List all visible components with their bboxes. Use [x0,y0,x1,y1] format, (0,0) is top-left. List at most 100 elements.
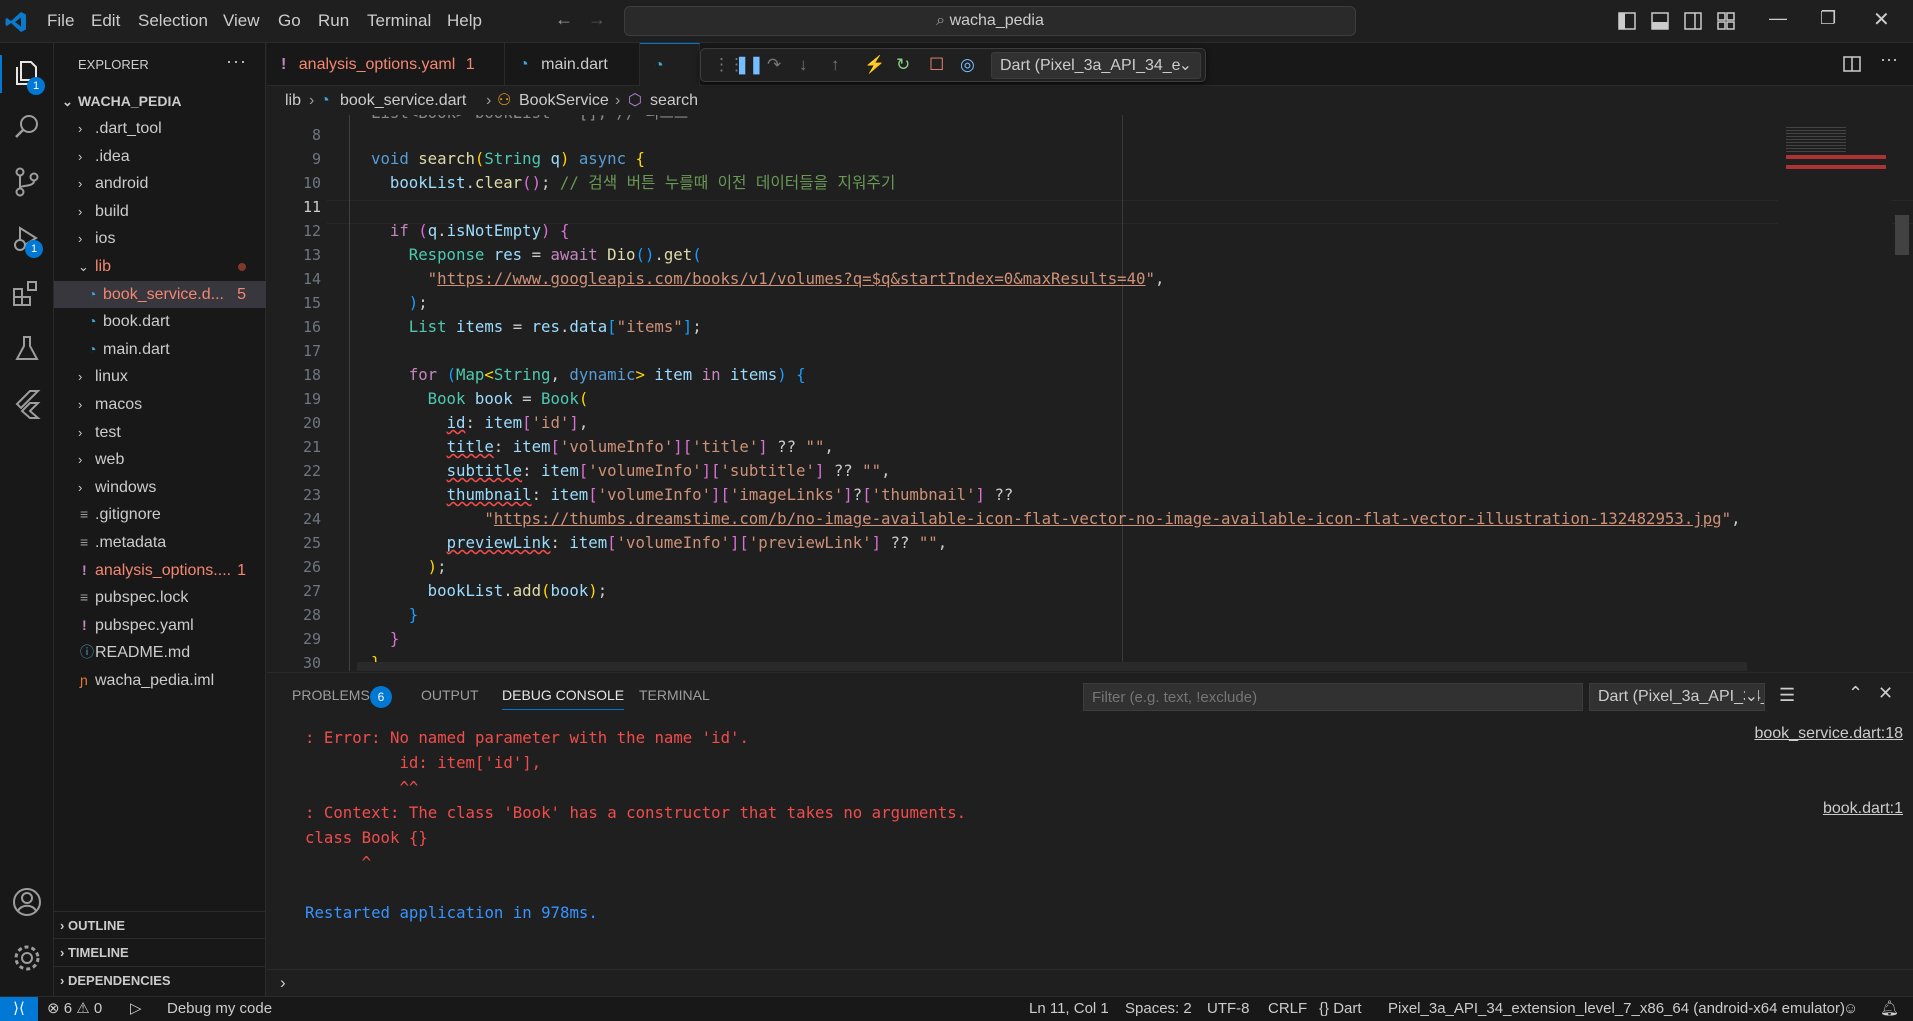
back-arrow-icon[interactable]: ← [555,9,573,30]
tree-item[interactable]: ◔ main.dart [54,336,266,363]
tab-book-service-active[interactable]: ◔ [640,43,700,86]
horizontal-scrollbar[interactable] [357,662,1747,671]
tree-item[interactable]: › build [54,198,266,225]
step-out-icon[interactable]: ↑ [831,55,840,75]
tab-analysis-options[interactable]: ! analysis_options.yaml 1 [267,43,505,86]
testing-flask-icon[interactable] [8,330,46,368]
run-debug-activity[interactable]: 1 [8,219,46,258]
minimize-icon[interactable]: — [1769,8,1787,29]
account-icon[interactable] [8,883,46,921]
tree-item[interactable]: ≡ .metadata [54,529,266,556]
tab-debug-console[interactable]: DEBUG CONSOLE [502,687,625,710]
tree-item[interactable]: › linux [54,363,266,390]
debug-device-select[interactable]: Dart (Pixel_3a_API_34_e ⌄ [991,52,1201,79]
close-panel-icon[interactable]: ✕ [1878,683,1893,704]
code-editor[interactable]: 8 9 10 11 12 13 14 15 16 17 18 19 20 21 22 23 24 25 26 27 28… [267,115,1913,671]
menu-help[interactable]: Help [447,11,482,31]
tree-item[interactable]: › web [54,446,266,473]
forward-arrow-icon[interactable]: → [588,9,606,30]
notifications-bell-icon[interactable]: 🔔︎ [1880,997,1899,1021]
restore-icon[interactable]: ❐ [1820,8,1836,29]
tree-item[interactable]: › .idea [54,143,266,170]
tree-item[interactable]: ɲ wacha_pedia.iml [54,667,266,694]
breadcrumb-method[interactable]: search [650,87,698,115]
menu-go[interactable]: Go [278,11,301,31]
tree-item[interactable]: ! pubspec.yaml [54,612,266,639]
timeline-section[interactable]: › TIMELINE [54,938,266,965]
breadcrumb-class[interactable]: BookService [519,87,609,115]
eol-status[interactable]: CRLF [1268,997,1307,1021]
breadcrumb-folder[interactable]: lib [285,87,301,115]
tree-item[interactable]: ! analysis_options.... 1 [54,557,266,584]
device-status[interactable]: Pixel_3a_API_34_extension_level_7_x86_64… [1388,997,1845,1021]
minimap[interactable] [1778,115,1892,671]
more-actions-icon[interactable]: ··· [226,51,247,72]
tree-item[interactable]: › ios [54,225,266,252]
command-center-search[interactable]: ⌕ wacha_pedia [624,6,1356,36]
step-over-icon[interactable]: ↷ [767,55,781,75]
tree-item[interactable]: ◔ book.dart [54,308,266,335]
url-link[interactable]: https://www.googleapis.com/books/v1/volu… [437,269,1145,288]
explorer-activity[interactable]: 1 [0,55,54,95]
clear-console-icon[interactable]: ☰ [1779,685,1795,706]
menu-selection[interactable]: Selection [138,11,208,31]
console-device-select[interactable]: Dart (Pixel_3a_API_34_e ⌄ [1589,683,1765,711]
breadcrumb-file[interactable]: book_service.dart [340,87,466,115]
dependencies-section[interactable]: › DEPENDENCIES [54,966,266,993]
language-status[interactable]: {} Dart [1319,997,1362,1021]
close-window-icon[interactable]: ✕ [1873,7,1890,32]
tab-terminal[interactable]: TERMINAL [639,687,710,703]
outline-section[interactable]: › OUTLINE [54,911,266,938]
editor-more-actions-icon[interactable]: ··· [1880,49,1898,70]
tree-item[interactable]: ≡ .gitignore [54,501,266,528]
tree-item[interactable]: ⓘ README.md [54,639,266,666]
stop-icon[interactable]: ☐ [929,55,944,75]
toggle-panel-icon[interactable] [1651,12,1669,30]
flutter-icon[interactable] [8,385,46,423]
tree-item[interactable]: › test [54,419,266,446]
tab-main-dart[interactable]: ◔ main.dart [505,43,640,86]
tree-item[interactable]: › windows [54,474,266,501]
tree-item[interactable]: ⌄ lib [54,253,266,280]
tab-output[interactable]: OUTPUT [421,687,479,703]
pause-icon[interactable]: ❚❚ [735,55,764,75]
toggle-secondary-sidebar-icon[interactable] [1684,12,1702,30]
console-source-link[interactable]: book.dart:1 [1823,800,1903,818]
menu-terminal[interactable]: Terminal [367,11,431,31]
tree-item[interactable]: › android [54,170,266,197]
tree-item[interactable]: ◔ book_service.d... 5 [54,280,266,308]
editor-scrollbar-thumb[interactable] [1895,215,1909,255]
tab-problems[interactable]: PROBLEMS [292,687,370,703]
menu-run[interactable]: Run [318,11,349,31]
split-editor-icon[interactable] [1843,55,1861,73]
menu-edit[interactable]: Edit [91,11,120,31]
url-link[interactable]: https://thumbs.dreamstime.com/b/no-image… [494,509,1722,528]
restart-icon[interactable]: ↻ [896,55,910,75]
debug-config-status[interactable]: Debug my code [167,997,272,1021]
console-source-link[interactable]: book_service.dart:18 [1754,725,1903,743]
cursor-position[interactable]: Ln 11, Col 1 [1029,997,1109,1021]
menu-view[interactable]: View [223,11,260,31]
toggle-sidebar-icon[interactable] [1618,12,1636,30]
console-input-row[interactable]: › [267,969,1913,996]
devtools-icon[interactable]: ◎ [960,55,975,75]
tree-item[interactable]: › macos [54,391,266,418]
settings-gear-icon[interactable] [8,939,46,977]
source-control-icon[interactable] [8,163,46,201]
tree-item[interactable]: › .dart_tool [54,115,266,142]
errors-status[interactable]: ⊗ 6 ⚠ 0 [47,997,102,1021]
debug-run-icon[interactable]: ▷ [130,997,142,1021]
hot-reload-icon[interactable]: ⚡ [864,55,885,75]
search-icon[interactable] [8,109,46,147]
remote-indicator[interactable]: ⟩⟨ [0,997,38,1021]
extensions-icon[interactable] [8,275,46,313]
indentation-status[interactable]: Spaces: 2 [1125,997,1192,1021]
console-filter-input[interactable] [1083,683,1583,711]
step-into-icon[interactable]: ↓ [799,55,808,75]
menu-file[interactable]: File [47,11,74,31]
maximize-panel-chevron-up-icon[interactable]: ⌃ [1848,683,1863,704]
customize-layout-icon[interactable] [1717,12,1735,30]
feedback-icon[interactable]: ☺ [1843,997,1858,1021]
workspace-root[interactable]: ⌄ WACHA_PEDIA [54,88,266,115]
tree-item[interactable]: ≡ pubspec.lock [54,584,266,611]
